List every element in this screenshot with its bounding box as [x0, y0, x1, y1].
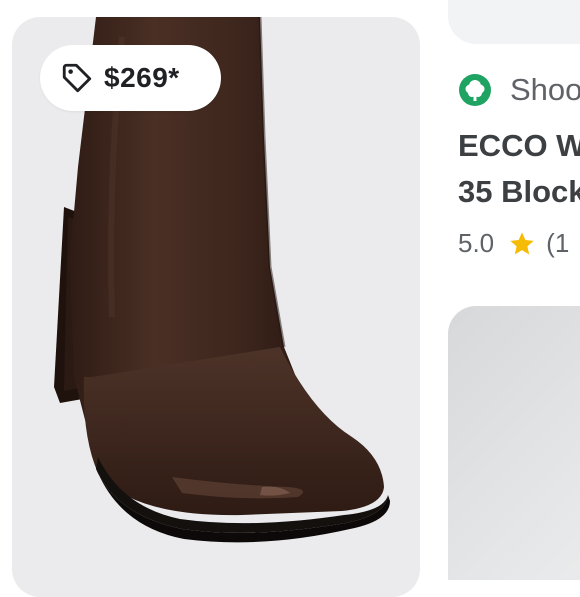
tree-logo-icon [458, 73, 492, 107]
rating-value: 5.0 [458, 228, 495, 258]
previous-result-card[interactable] [448, 0, 580, 44]
product-image-card[interactable]: $269* [12, 17, 420, 597]
store-name: Shoo [510, 72, 580, 107]
price-label: $269* [104, 62, 180, 93]
product-title-line-2[interactable]: 35 Block [458, 174, 580, 210]
tag-icon [60, 61, 94, 95]
rating-count: (1 [546, 228, 570, 258]
next-result-card[interactable] [448, 306, 580, 580]
star-icon [508, 230, 536, 258]
store-row[interactable]: Shoo [458, 70, 580, 110]
price-badge: $269* [40, 45, 221, 111]
product-title-line-1[interactable]: ECCO W [458, 128, 580, 164]
rating-row: 5.0 (1 [458, 228, 569, 259]
